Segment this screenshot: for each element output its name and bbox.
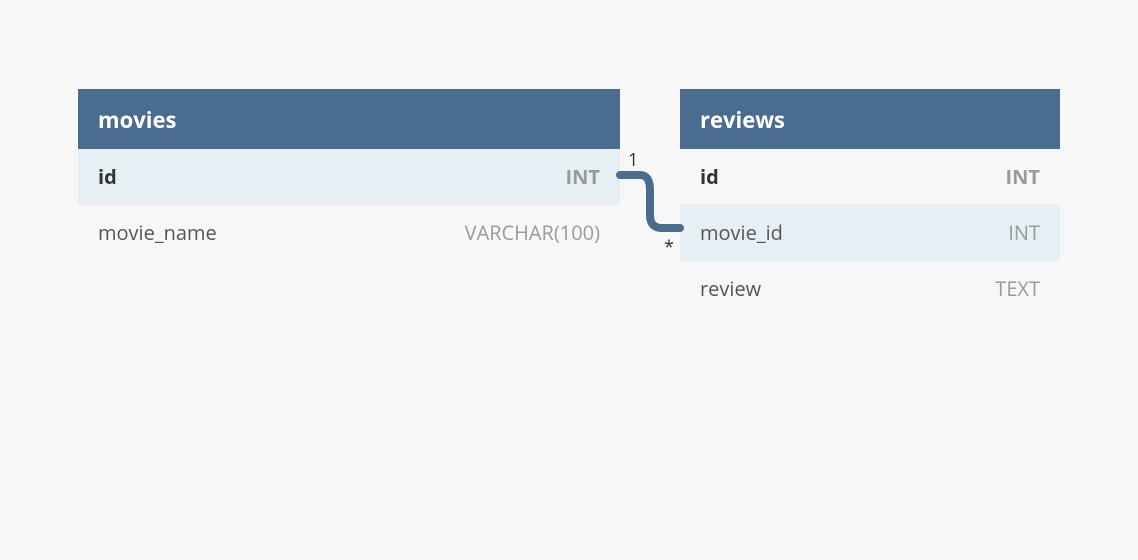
column-name: movie_name: [98, 219, 217, 246]
column-type: INT: [1006, 163, 1040, 190]
column-type: INT: [1008, 219, 1040, 246]
column-name: id: [700, 163, 719, 190]
table-movies-title: movies: [98, 105, 176, 135]
table-movies-header: movies: [78, 89, 620, 149]
column-name: id: [98, 163, 117, 190]
column-type: VARCHAR(100): [465, 219, 600, 246]
table-reviews-row-id[interactable]: id INT: [680, 149, 1060, 205]
table-reviews-header: reviews: [680, 89, 1060, 149]
table-reviews[interactable]: reviews id INT movie_id INT review TEXT: [680, 89, 1060, 316]
table-reviews-title: reviews: [700, 105, 785, 135]
table-movies-row-movie-name[interactable]: movie_name VARCHAR(100): [78, 205, 620, 260]
column-name: review: [700, 275, 761, 302]
cardinality-to-label: *: [664, 235, 674, 259]
column-type: TEXT: [995, 275, 1040, 302]
table-reviews-row-review[interactable]: review TEXT: [680, 261, 1060, 316]
cardinality-from-label: 1: [628, 148, 638, 172]
column-type: INT: [566, 163, 600, 190]
er-diagram-canvas: movies id INT movie_name VARCHAR(100) re…: [0, 0, 1138, 560]
column-name: movie_id: [700, 219, 783, 246]
table-movies-row-id[interactable]: id INT: [78, 149, 620, 205]
table-reviews-row-movie-id[interactable]: movie_id INT: [680, 205, 1060, 261]
table-movies[interactable]: movies id INT movie_name VARCHAR(100): [78, 89, 620, 260]
